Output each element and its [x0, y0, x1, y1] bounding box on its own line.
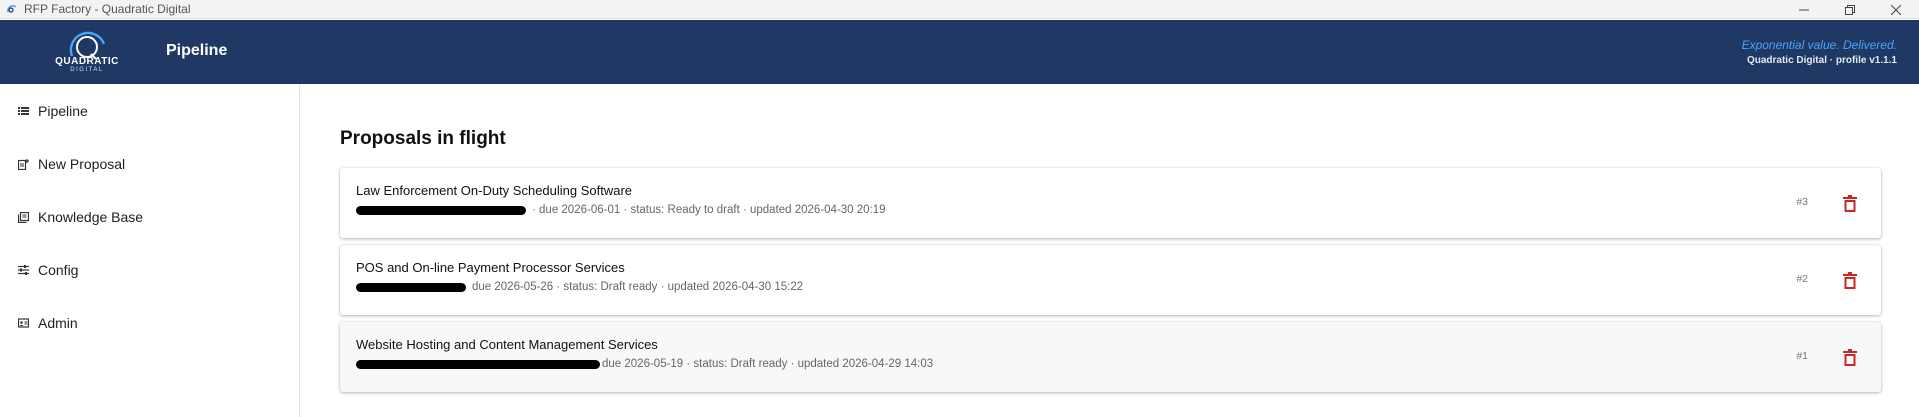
- proposal-number: #3: [1796, 196, 1808, 208]
- proposal-title: Website Hosting and Content Management S…: [356, 337, 658, 352]
- list-icon: [17, 105, 29, 117]
- proposal-meta-text: due 2026-05-26 · status: Draft ready · u…: [472, 281, 804, 293]
- proposal-number: #2: [1796, 273, 1808, 285]
- logo-subtitle: DIGITAL: [70, 67, 104, 73]
- proposal-meta: · due 2026-06-01 · status: Ready to draf…: [356, 204, 886, 216]
- proposal-card[interactable]: POS and On-line Payment Processor Servic…: [340, 245, 1881, 315]
- tagline: Exponential value. Delivered.: [1741, 38, 1897, 52]
- redaction-mark: [356, 282, 466, 292]
- redaction-mark: [356, 359, 600, 369]
- delete-button[interactable]: [1841, 193, 1859, 213]
- main-content: Proposals in flight Law Enforcement On-D…: [301, 84, 1919, 417]
- document-add-icon: [17, 158, 29, 170]
- sidebar-item-label: Knowledge Base: [38, 209, 144, 225]
- proposal-card[interactable]: Law Enforcement On-Duty Scheduling Softw…: [340, 168, 1881, 238]
- sidebar: Pipeline New Proposal Knowledge Base Con…: [0, 84, 300, 417]
- sidebar-item-pipeline[interactable]: Pipeline: [0, 91, 299, 131]
- delete-button[interactable]: [1841, 270, 1859, 290]
- profile-version: Quadratic Digital · profile v1.1.1: [1746, 55, 1897, 66]
- sliders-icon: [17, 264, 29, 276]
- proposal-title: Law Enforcement On-Duty Scheduling Softw…: [356, 183, 633, 198]
- proposal-meta-text: due 2026-05-19 · status: Draft ready · u…: [602, 358, 934, 370]
- section-title: Proposals in flight: [340, 128, 506, 149]
- window-title: RFP Factory - Quadratic Digital: [24, 2, 191, 16]
- sidebar-item-label: New Proposal: [38, 156, 126, 172]
- trash-icon: [1843, 348, 1857, 366]
- proposal-meta: due 2026-05-19 · status: Draft ready · u…: [356, 358, 933, 370]
- library-icon: [17, 211, 29, 223]
- sidebar-item-label: Pipeline: [38, 103, 88, 119]
- restore-icon[interactable]: [1827, 0, 1873, 19]
- proposal-title: POS and On-line Payment Processor Servic…: [356, 260, 625, 275]
- trash-icon: [1843, 194, 1857, 212]
- sidebar-item-label: Admin: [38, 315, 78, 331]
- delete-button[interactable]: [1841, 347, 1859, 367]
- sidebar-item-label: Config: [38, 262, 79, 278]
- logo-name: QUADRATIC: [55, 56, 119, 67]
- proposal-card[interactable]: Website Hosting and Content Management S…: [340, 322, 1881, 392]
- trash-icon: [1843, 271, 1857, 289]
- proposal-meta-text: · due 2026-06-01 · status: Ready to draf…: [532, 204, 886, 216]
- app-icon: [7, 5, 17, 13]
- minimize-icon[interactable]: [1781, 0, 1827, 19]
- page-title: Pipeline: [166, 42, 228, 59]
- admin-card-icon: [17, 317, 29, 329]
- app-header: QUADRATIC DIGITAL Pipeline Exponential v…: [0, 20, 1919, 84]
- window-controls: [1781, 0, 1919, 19]
- sidebar-item-config[interactable]: Config: [0, 250, 299, 290]
- redaction-mark: [356, 205, 526, 215]
- proposal-number: #1: [1796, 350, 1808, 362]
- sidebar-item-admin[interactable]: Admin: [0, 303, 299, 343]
- sidebar-item-knowledge-base[interactable]: Knowledge Base: [0, 197, 299, 237]
- sidebar-item-new-proposal[interactable]: New Proposal: [0, 144, 299, 184]
- proposal-meta: due 2026-05-26 · status: Draft ready · u…: [356, 281, 803, 293]
- close-icon[interactable]: [1873, 0, 1919, 19]
- window-titlebar: RFP Factory - Quadratic Digital: [0, 0, 1919, 19]
